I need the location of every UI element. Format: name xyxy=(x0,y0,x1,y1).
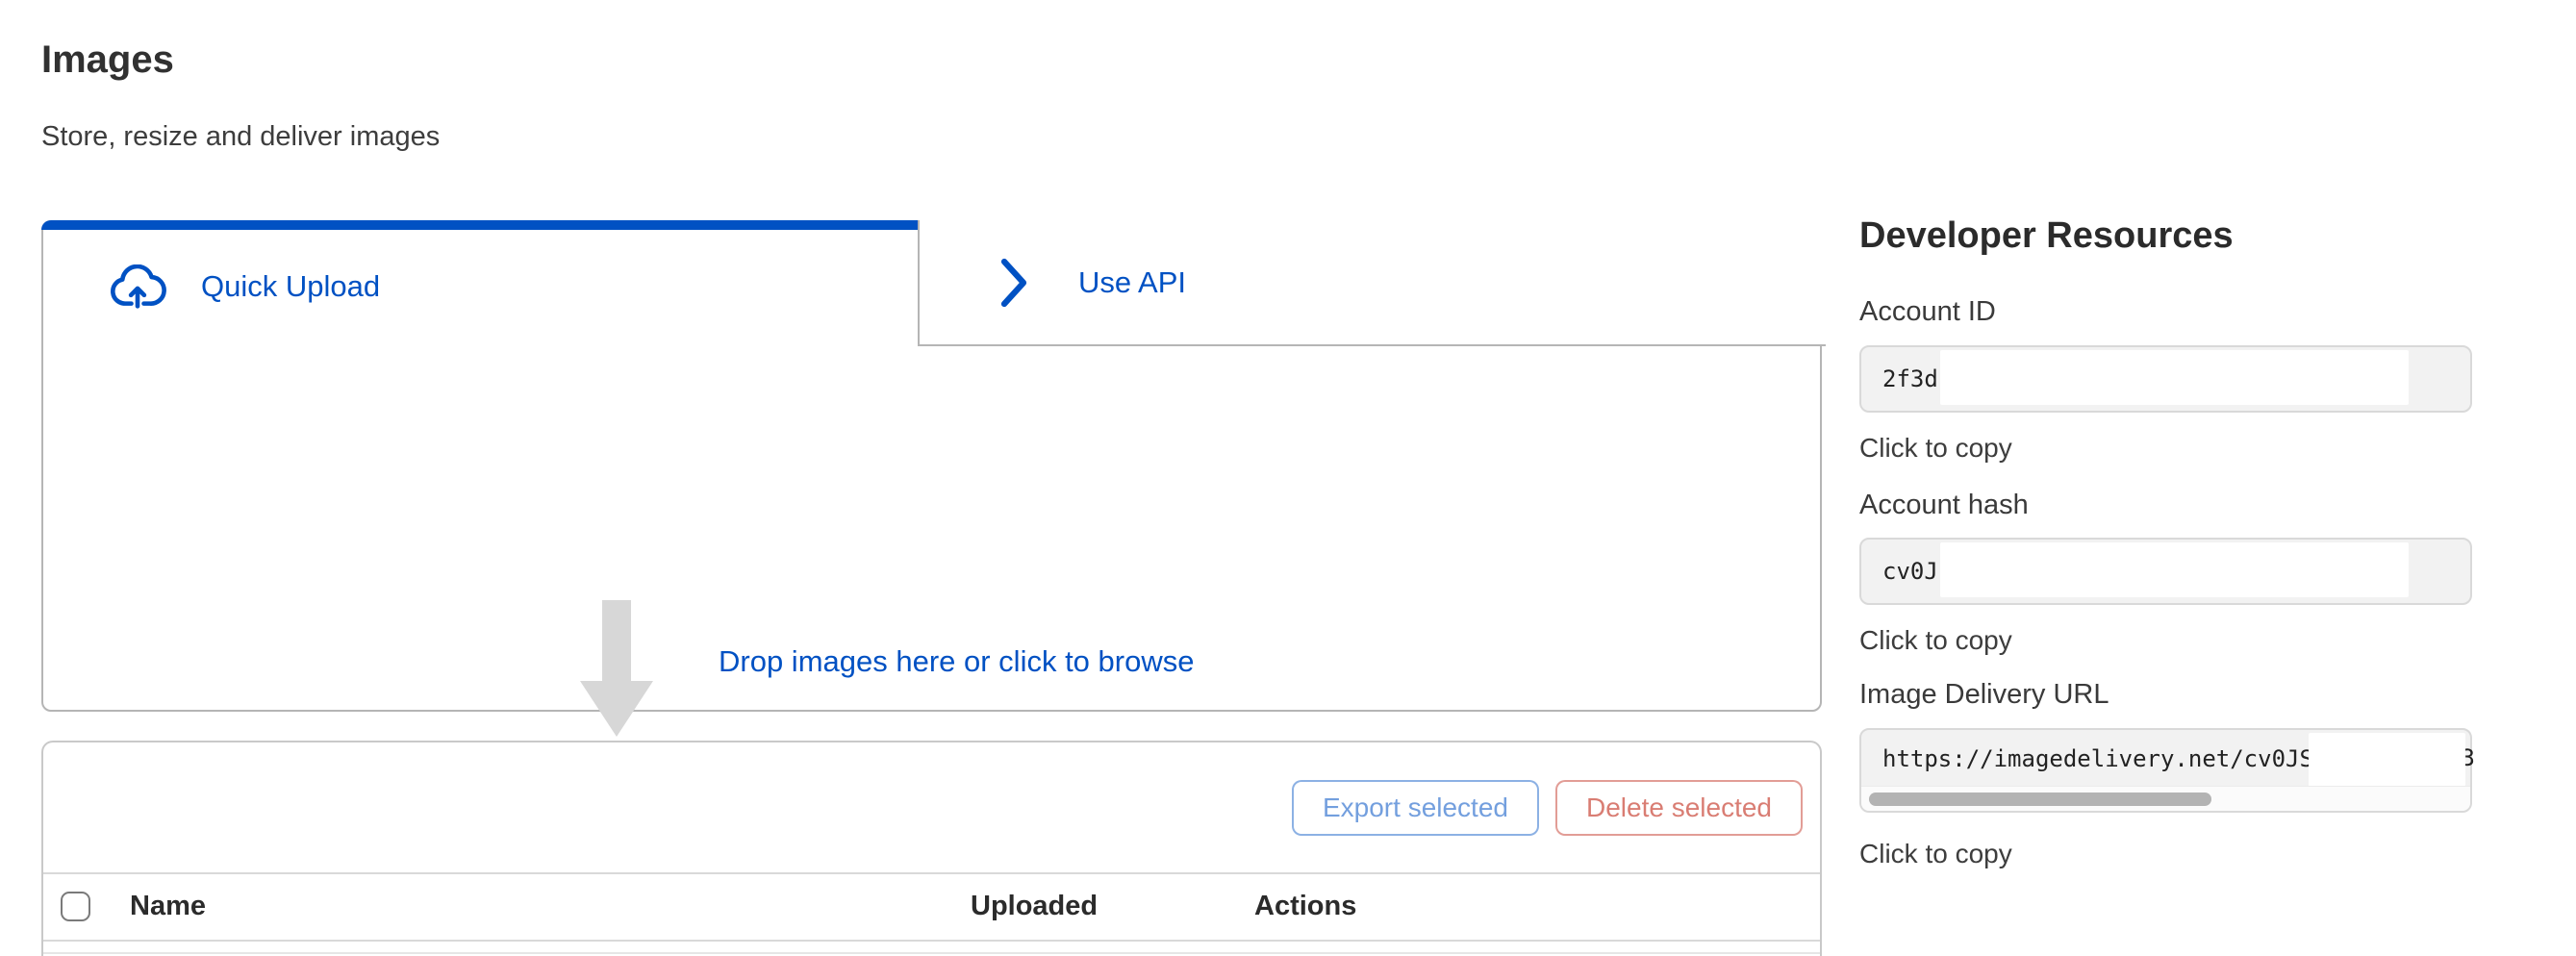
delete-selected-button[interactable]: Delete selected xyxy=(1555,780,1803,836)
column-header-name: Name xyxy=(130,891,206,922)
page-title: Images xyxy=(41,38,174,82)
copy-hint: Click to copy xyxy=(1859,839,2012,869)
images-table-panel: Export selected Delete selected Name Upl… xyxy=(41,741,1822,956)
page-subtitle: Store, resize and deliver images xyxy=(41,121,440,153)
arrow-down-icon xyxy=(580,600,653,737)
image-delivery-url-field[interactable]: https://imagedelivery.net/cv0JSj 3 xyxy=(1859,728,2472,813)
upload-panel: Quick Upload Use API Drop images here or… xyxy=(41,220,1822,712)
table-header-row: Name Uploaded Actions xyxy=(43,874,1820,942)
cloud-upload-icon xyxy=(108,264,167,309)
image-dropzone[interactable]: Drop images here or click to browse xyxy=(45,346,1818,708)
url-scrollbar[interactable] xyxy=(1861,786,2470,811)
tab-label: Use API xyxy=(1078,265,1186,300)
dropzone-label: Drop images here or click to browse xyxy=(719,644,1194,679)
account-hash-field[interactable]: cv0J xyxy=(1859,538,2472,605)
chevron-right-icon xyxy=(1000,258,1027,308)
column-header-actions: Actions xyxy=(1254,891,1356,922)
export-selected-button[interactable]: Export selected xyxy=(1292,780,1539,836)
copy-hint: Click to copy xyxy=(1859,433,2012,464)
account-id-field[interactable]: 2f3d xyxy=(1859,345,2472,413)
redaction-overlay xyxy=(1940,350,2409,405)
redaction-overlay xyxy=(1940,542,2409,597)
account-id-value: 2f3d xyxy=(1882,365,1938,392)
url-scrollbar-thumb[interactable] xyxy=(1869,792,2211,806)
clipped-url-character: 3 xyxy=(2465,744,2475,773)
select-all-checkbox[interactable] xyxy=(61,892,90,921)
tab-use-api[interactable]: Use API xyxy=(918,220,1826,346)
account-hash-value: cv0J xyxy=(1882,558,1938,585)
copy-hint: Click to copy xyxy=(1859,625,2012,656)
account-id-label: Account ID xyxy=(1859,296,1996,328)
developer-resources-title: Developer Resources xyxy=(1859,215,2234,257)
table-toolbar: Export selected Delete selected xyxy=(43,742,1820,874)
account-hash-label: Account hash xyxy=(1859,490,2029,521)
image-delivery-url-value: https://imagedelivery.net/cv0JSj xyxy=(1882,745,2327,772)
tab-label: Quick Upload xyxy=(201,269,380,304)
tab-quick-upload[interactable]: Quick Upload xyxy=(43,228,918,344)
redaction-overlay xyxy=(2309,733,2465,787)
image-delivery-url-label: Image Delivery URL xyxy=(1859,679,2109,711)
column-header-uploaded: Uploaded xyxy=(971,891,1098,922)
